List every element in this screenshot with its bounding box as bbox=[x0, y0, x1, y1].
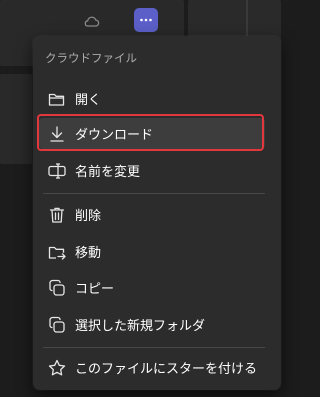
menu-item-label: 開く bbox=[75, 93, 102, 108]
menu-item-copy-to-new-folder[interactable]: 選択した新規フォルダ bbox=[33, 306, 281, 343]
menu-item-copy[interactable]: コピー bbox=[33, 269, 281, 306]
menu-item-label: 移動 bbox=[75, 246, 102, 261]
menu-separator bbox=[43, 193, 265, 194]
menu-item-label: 選択した新規フォルダ bbox=[75, 319, 206, 334]
context-menu: クラウドファイル 開く ダウンロード 名前を変更 削除 移動 コピー 選択した新… bbox=[33, 36, 281, 390]
cloud-icon[interactable] bbox=[82, 12, 100, 30]
background-panel-mid bbox=[0, 74, 32, 164]
menu-header: クラウドファイル bbox=[45, 51, 137, 65]
copy-to-folder-icon bbox=[49, 316, 65, 333]
more-horizontal-icon bbox=[140, 18, 152, 22]
menu-item-delete[interactable]: 削除 bbox=[33, 196, 281, 233]
menu-item-label: 名前を変更 bbox=[75, 165, 141, 180]
menu-separator bbox=[43, 347, 265, 348]
copy-icon bbox=[49, 279, 65, 296]
menu-item-star[interactable]: このファイルにスターを付ける bbox=[33, 349, 281, 386]
folder-open-icon bbox=[48, 93, 65, 106]
menu-item-label: このファイルにスターを付ける bbox=[75, 362, 258, 377]
download-icon bbox=[50, 125, 64, 142]
menu-item-rename[interactable]: 名前を変更 bbox=[33, 152, 281, 189]
folder-move-icon bbox=[48, 246, 66, 260]
menu-item-label: ダウンロード bbox=[75, 128, 154, 143]
menu-item-move[interactable]: 移動 bbox=[33, 233, 281, 270]
star-icon bbox=[48, 359, 66, 375]
menu-item-open[interactable]: 開く bbox=[33, 80, 281, 117]
trash-icon bbox=[49, 207, 65, 223]
menu-item-label: 削除 bbox=[75, 209, 102, 224]
rename-icon bbox=[48, 162, 66, 179]
menu-item-label: コピー bbox=[75, 282, 115, 297]
more-options-button[interactable] bbox=[134, 8, 158, 32]
